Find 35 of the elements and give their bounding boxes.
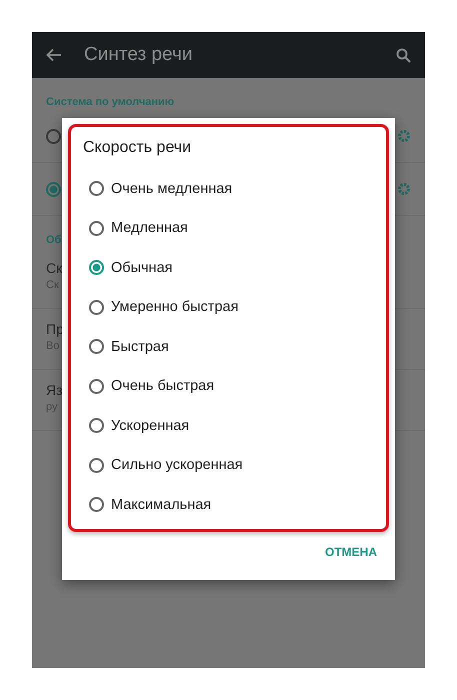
rate-option[interactable]: Обычная	[83, 248, 386, 288]
option-label: Умеренно быстрая	[111, 299, 238, 316]
item-title: Яз	[46, 382, 63, 398]
back-arrow-icon[interactable]	[46, 48, 62, 62]
dialog-title: Скорость речи	[83, 139, 192, 157]
screen-title: Синтез речи	[84, 44, 194, 66]
rate-option[interactable]: Сильно ускоренная	[83, 446, 386, 485]
rate-option[interactable]: Ускоренная	[83, 406, 386, 446]
radio-button[interactable]	[89, 260, 104, 276]
radio-button[interactable]	[89, 300, 104, 315]
option-label: Максимальная	[111, 496, 212, 513]
rate-option[interactable]: Максимальная	[83, 485, 386, 524]
rate-option[interactable]: Очень медленная	[83, 169, 386, 208]
radio-button[interactable]	[89, 458, 104, 473]
option-label: Очень медленная	[111, 180, 232, 197]
rate-option[interactable]: Умеренно быстрая	[83, 288, 386, 327]
option-label: Сильно ускоренная	[111, 457, 243, 474]
option-label: Медленная	[111, 220, 188, 236]
section-header: Об	[46, 234, 62, 248]
radio-button[interactable]	[89, 339, 104, 354]
option-label: Очень быстрая	[111, 378, 214, 394]
option-label: Ускоренная	[111, 418, 190, 434]
search-icon[interactable]	[396, 48, 411, 62]
radio-button[interactable]	[89, 418, 104, 434]
item-title: Ск	[46, 260, 62, 276]
option-label: Быстрая	[111, 338, 169, 355]
radio-button[interactable]	[89, 378, 104, 394]
option-label: Обычная	[111, 260, 172, 276]
rate-option[interactable]: Быстрая	[83, 327, 386, 366]
radio-button[interactable]	[89, 220, 104, 236]
rate-option[interactable]: Очень быстрая	[83, 366, 386, 406]
section-header: Система по умолчанию	[46, 96, 174, 110]
radio-button[interactable]	[89, 181, 104, 196]
rate-option[interactable]: Медленная	[83, 208, 386, 248]
radio-button[interactable]	[89, 497, 104, 512]
